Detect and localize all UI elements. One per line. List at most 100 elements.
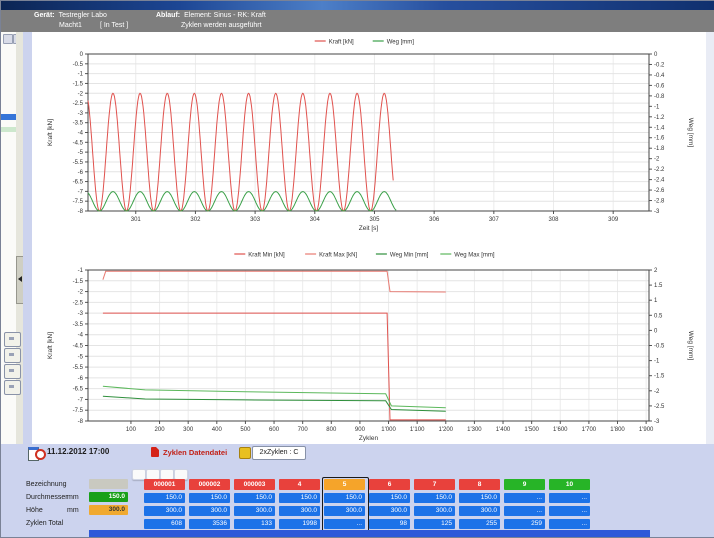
chart-kraft-weg-zeit: 3013023033043053063073083090-0.5-1-1.5-2… [32,32,707,239]
cell-durchmesser[interactable]: 150.0 [459,493,500,503]
x-tick-label: 1'300 [467,427,482,433]
column-header[interactable]: 8 [459,479,500,490]
cell-hoehe[interactable]: 300.0 [144,506,185,516]
x-tick-label: 307 [489,217,500,223]
column-header[interactable]: 000003 [234,479,275,490]
legend-label: Weg Max [mm] [454,253,495,259]
table-column-000002: 000002 150.0 300.0 3536 [189,479,230,529]
x-axis-title: Zyklen [359,435,379,442]
left-tick-label: 0 [80,52,84,58]
cell-hoehe[interactable]: 300.0 [414,506,455,516]
datafile-label[interactable]: Zyklen Datendatei [163,448,227,457]
charts-area: 3013023033043053063073083090-0.5-1-1.5-2… [32,32,706,444]
bottom-panel: 11.12.2012 17:00 Zyklen Datendatei 2xZyk… [1,444,714,537]
right-tick-label: -0.5 [654,344,665,350]
window-titlebar [1,1,714,10]
left-tick-label: -8 [78,209,84,215]
right-tick-label: -3 [654,419,660,425]
sequence-status: Zyklen werden ausgeführt [181,22,262,29]
left-tick-label: -1 [78,268,84,274]
cell-zyklen[interactable]: 3536 [189,519,230,529]
cell-durchmesser[interactable]: 150.0 [234,493,275,503]
panel-button[interactable] [4,364,21,379]
left-tick-label: -2 [78,91,84,97]
x-tick-label: 1'500 [524,427,539,433]
x-tick-label: 303 [250,217,261,223]
cell-zyklen[interactable]: 608 [144,519,185,529]
x-tick-label: 400 [212,427,223,433]
cell-hoehe[interactable]: 300.0 [459,506,500,516]
cycles-button[interactable]: 2xZyklen : C [252,446,306,460]
x-tick-label: 600 [269,427,280,433]
column-header[interactable]: 6 [369,479,410,490]
left-tick-label: -8 [78,419,84,425]
durchmesser-value-box[interactable]: 150.0 [89,492,128,502]
column-header[interactable]: 000002 [189,479,230,490]
cell-hoehe[interactable]: ... [504,506,545,516]
x-tick-label: 1'600 [553,427,568,433]
left-tick-label: -6.5 [73,180,84,186]
column-header[interactable]: 7 [414,479,455,490]
left-tick-label: -6 [78,376,84,382]
table-column-9: 9...... 259 [504,479,545,529]
cell-hoehe[interactable]: 300.0 [234,506,275,516]
cell-durchmesser[interactable]: ... [549,493,590,503]
left-tick-label: -2.5 [73,300,84,306]
column-header[interactable]: 9 [504,479,545,490]
legend-label: Weg [mm] [387,40,415,46]
right-tick-label: -0.4 [654,73,665,79]
left-tick-label: -4 [78,333,84,339]
left-tick-label: -6 [78,170,84,176]
cell-zyklen[interactable]: 1998 [279,519,320,529]
left-tick-label: -5.5 [73,365,84,371]
table-column-4: 4 150.0 300.0 1998 [279,479,320,529]
table-column-7: 7 150.0 300.0 125 [414,479,455,529]
unit-hoehe: mm [67,506,79,516]
left-tick-label: -7 [78,189,84,195]
cell-durchmesser[interactable]: 150.0 [189,493,230,503]
cell-hoehe[interactable]: 300.0 [189,506,230,516]
cell-zyklen[interactable]: 133 [234,519,275,529]
cell-durchmesser[interactable]: 150.0 [144,493,185,503]
x-tick-label: 1'900 [639,427,654,433]
bezeichnung-value-box[interactable] [89,479,128,489]
cell-hoehe[interactable]: 300.0 [369,506,410,516]
panel-highlight-row[interactable] [1,127,17,132]
cell-zyklen[interactable]: 125 [414,519,455,529]
cell-zyklen[interactable]: 255 [459,519,500,529]
panel-tool-icon[interactable] [3,34,13,44]
hoehe-value-box[interactable]: 300.0 [89,505,128,515]
table-column-8: 8 150.0 300.0 255 [459,479,500,529]
left-tick-label: -3 [78,111,84,117]
column-header[interactable]: 000001 [144,479,185,490]
x-tick-label: 300 [183,427,194,433]
panel-button[interactable] [4,348,21,363]
device-label: Gerät: [34,12,55,19]
x-tick-label: 900 [355,427,366,433]
left-tick-label: -2.5 [73,101,84,107]
cell-durchmesser[interactable]: 150.0 [279,493,320,503]
cell-hoehe[interactable]: ... [549,506,590,516]
column-header[interactable]: 4 [279,479,320,490]
cell-hoehe[interactable]: 300.0 [279,506,320,516]
cell-zyklen[interactable]: 259 [504,519,545,529]
legend-label: Weg Min [mm] [390,253,429,259]
cell-durchmesser[interactable]: 150.0 [369,493,410,503]
cell-zyklen[interactable]: ... [549,519,590,529]
left-tick-label: -0.5 [73,62,84,68]
right-tick-label: -1.5 [654,374,665,380]
x-tick-label: 1'700 [582,427,597,433]
right-tick-label: -1.2 [654,115,665,121]
panel-button[interactable] [4,380,21,395]
cell-durchmesser[interactable]: 150.0 [414,493,455,503]
device-info: Gerät:Testregler Labo Macht1[ In Test ] [34,11,128,31]
left-tick-label: -4.5 [73,140,84,146]
panel-selected-row[interactable] [1,114,17,120]
cell-durchmesser[interactable]: ... [504,493,545,503]
x-tick-label: 308 [549,217,560,223]
column-header[interactable]: 10 [549,479,590,490]
scroll-arrow-icon [18,276,22,282]
cell-zyklen[interactable]: 98 [369,519,410,529]
x-tick-label: 800 [326,427,337,433]
panel-button[interactable] [4,332,21,347]
